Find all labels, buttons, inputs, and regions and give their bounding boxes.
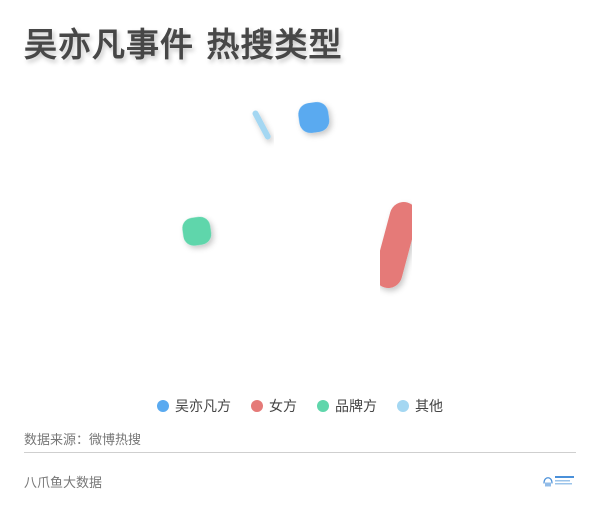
legend-swatch [157,400,169,412]
legend-label: 吴亦凡方 [175,399,231,415]
legend-swatch [397,400,409,412]
legend-swatch [251,400,263,412]
chart-area [181,101,418,288]
legend-label: 品牌方 [335,399,377,415]
scatter-point-3-1[interactable] [181,215,213,247]
scatter-point-1-1[interactable] [297,101,331,135]
legend-item-2[interactable]: 女方 [251,396,297,416]
data-source: 数据来源：微博热搜 [24,433,142,448]
legend-item-3[interactable]: 品牌方 [317,396,377,416]
chart-legend: 吴亦凡方 女方 品牌方 其他 [0,396,600,416]
scatter-point-4-1[interactable] [252,110,271,140]
scatter-point-2-1[interactable] [374,202,418,288]
footer-brand: 八爪鱼大数据 [24,476,103,491]
chart-title: 吴亦凡事件 热搜类型 [24,25,343,64]
legend-item-4[interactable]: 其他 [397,396,443,416]
legend-item-1[interactable]: 吴亦凡方 [157,396,231,416]
footer-divider [24,452,576,453]
legend-swatch [317,400,329,412]
brand-logo-icon [543,476,574,487]
legend-label: 其他 [415,399,443,415]
legend-label: 女方 [269,399,297,415]
